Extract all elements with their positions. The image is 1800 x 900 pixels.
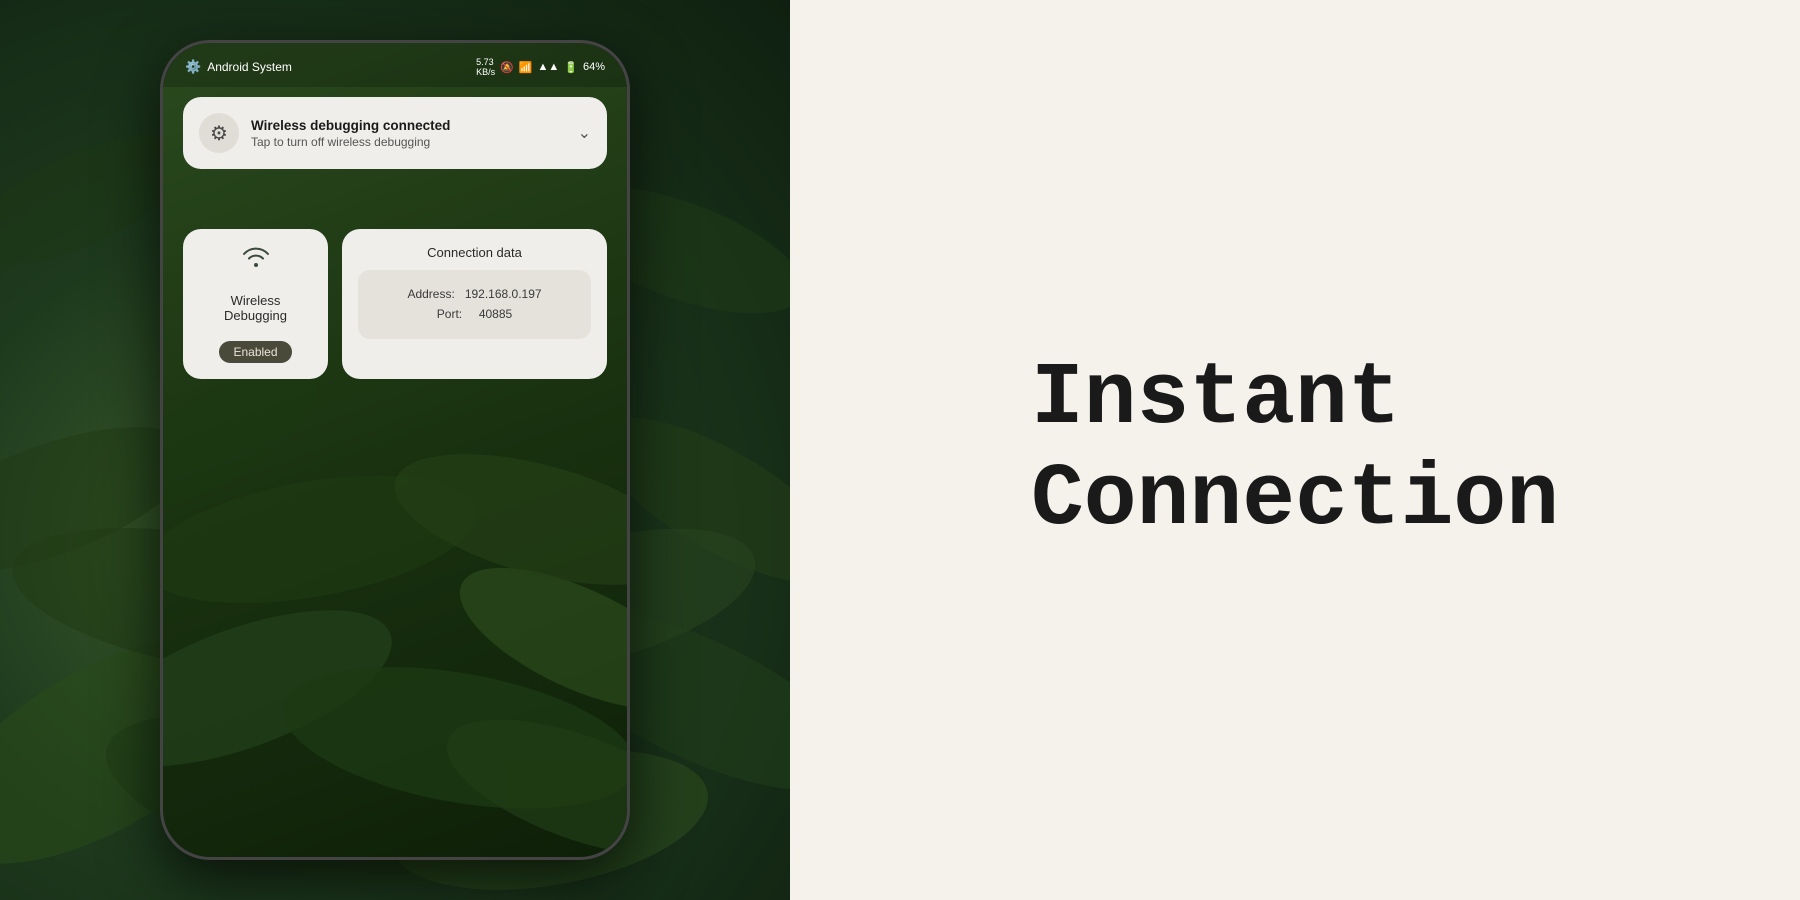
quick-tiles-row: Wireless Debugging Enabled Connection da…	[183, 229, 607, 379]
headline: Instant Connection	[1031, 349, 1559, 551]
port-label: Port:	[437, 307, 462, 321]
port-value: 40885	[479, 307, 512, 321]
notification-subtitle: Tap to turn off wireless debugging	[251, 135, 566, 149]
connection-data-box: Address: 192.168.0.197 Port: 40885	[358, 270, 591, 339]
chevron-down-icon[interactable]: ⌄	[578, 123, 591, 143]
phone-device: ⚙️ Android System 5.73KB/s 🔕 📶 ▲▲ 🔋 64%	[160, 40, 630, 860]
address-label: Address:	[407, 287, 454, 301]
mute-icon: 🔕	[500, 61, 514, 74]
gear-icon: ⚙️	[185, 59, 201, 75]
notification-title: Wireless debugging connected	[251, 118, 566, 133]
address-value: 192.168.0.197	[465, 287, 542, 301]
status-right: 5.73KB/s 🔕 📶 ▲▲ 🔋 64%	[476, 57, 605, 77]
port-row: Port: 40885	[376, 304, 573, 324]
notification-icon: ⚙	[199, 113, 239, 153]
connection-data-tile: Connection data Address: 192.168.0.197 P…	[342, 229, 607, 379]
android-system-label: Android System	[207, 60, 292, 74]
gear-notif-icon: ⚙	[210, 121, 228, 146]
signal-icon: ▲▲	[537, 61, 559, 73]
headline-line1: Instant	[1031, 349, 1559, 450]
wifi-icon	[240, 245, 272, 276]
left-panel: ⚙️ Android System 5.73KB/s 🔕 📶 ▲▲ 🔋 64%	[0, 0, 790, 900]
notification-text: Wireless debugging connected Tap to turn…	[251, 118, 566, 149]
wireless-debugging-tile[interactable]: Wireless Debugging Enabled	[183, 229, 328, 379]
status-left: ⚙️ Android System	[185, 59, 292, 75]
address-row: Address: 192.168.0.197	[376, 284, 573, 304]
connection-data-title: Connection data	[427, 245, 522, 260]
right-panel: Instant Connection	[790, 0, 1800, 900]
speed-indicator: 5.73KB/s	[476, 57, 495, 77]
battery-percent: 64%	[583, 61, 605, 73]
battery-icon: 🔋	[564, 61, 578, 74]
status-bar: ⚙️ Android System 5.73KB/s 🔕 📶 ▲▲ 🔋 64%	[163, 43, 627, 87]
wireless-debugging-label: Wireless Debugging	[224, 293, 287, 323]
wifi-status-icon: 📶	[519, 61, 533, 74]
phone-screen: ⚙️ Android System 5.73KB/s 🔕 📶 ▲▲ 🔋 64%	[163, 43, 627, 857]
enabled-badge[interactable]: Enabled	[219, 341, 291, 363]
notification-card[interactable]: ⚙ Wireless debugging connected Tap to tu…	[183, 97, 607, 169]
headline-line2: Connection	[1031, 450, 1559, 551]
